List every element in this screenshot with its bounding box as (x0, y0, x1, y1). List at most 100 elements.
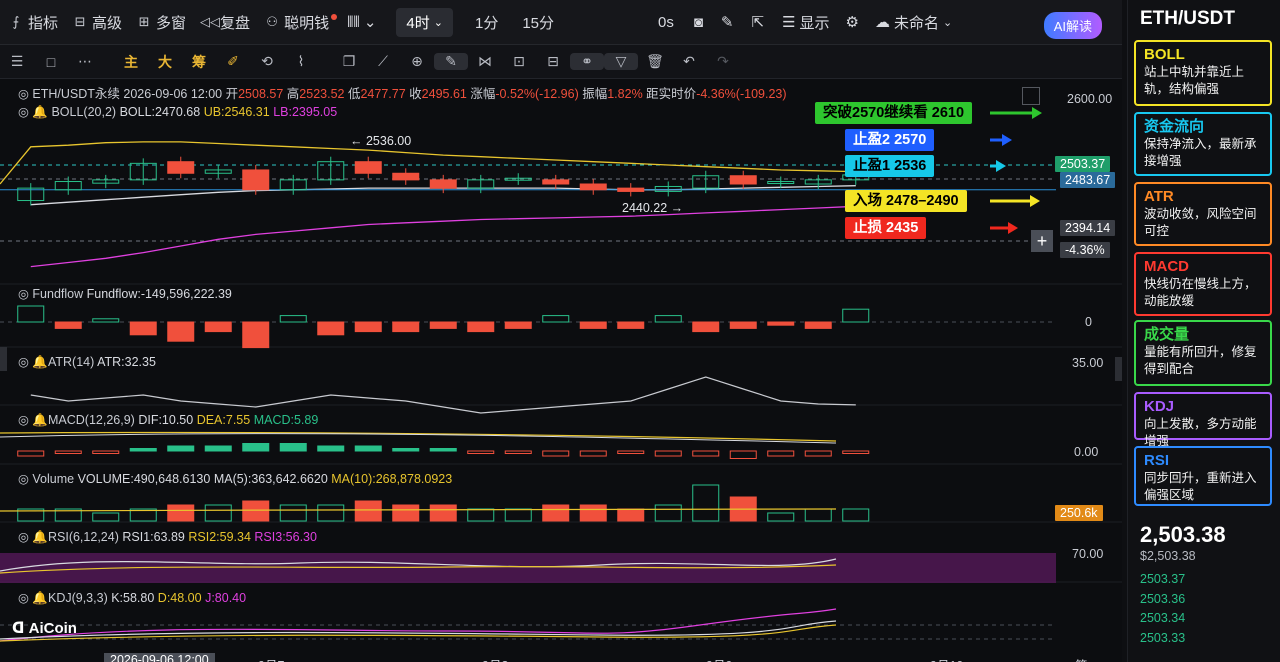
annotation-tp1[interactable]: 止盈1 2536 (845, 155, 935, 177)
annotation-entry[interactable]: 入场 2478–2490 (845, 190, 967, 212)
annotation-stoploss[interactable]: 止损 2435 (845, 217, 927, 239)
annotation-breakout[interactable]: 突破2570继续看 2610 (815, 102, 973, 124)
chip-button[interactable]: 筹 (182, 52, 216, 72)
multiwindow-icon: ⊞ (138, 14, 150, 29)
share-icon[interactable]: ⇱ (752, 13, 765, 31)
ai-interpret-button[interactable]: AI解读 (1043, 12, 1102, 39)
copy-icon[interactable]: ❐ (332, 53, 366, 70)
atr-line (30, 376, 856, 414)
magnet-icon[interactable]: ⋈ (468, 53, 502, 70)
panel-title: ETH/USDT (1140, 8, 1235, 29)
cloud-icon: ☁ (875, 14, 890, 31)
countdown: 0s (658, 13, 674, 31)
chart-canvas[interactable] (0, 79, 1122, 662)
bell-icon[interactable]: 🔔 (32, 105, 48, 119)
eye-icon[interactable]: ◎ (18, 591, 29, 605)
filter-icon[interactable]: ▽ (604, 53, 638, 70)
chart-type-button[interactable]: ⫴⫴ ⌄ (347, 13, 376, 31)
macd-bar (579, 450, 607, 457)
interval-select[interactable]: 4时 ⌄ (396, 7, 453, 37)
analysis-card-4: 成交量 量能有所回升，修复得到配合 (1134, 320, 1272, 386)
eye-icon[interactable]: ◎ (18, 472, 29, 486)
more-icon[interactable]: ⋯ (68, 53, 102, 70)
amplitude-value: 1.82% (607, 87, 643, 101)
low-value: 2477.77 (360, 87, 406, 101)
x-tick-4: 9月10 (930, 655, 963, 662)
interval-15m[interactable]: 15分 (522, 12, 554, 33)
settings-icon[interactable]: ⚙ (846, 13, 859, 31)
card-body: 快线仍在慢线上方，动能放缓 (1144, 277, 1257, 308)
interval-1m[interactable]: 1分 (475, 12, 498, 33)
eye-icon[interactable]: ◎ (18, 413, 29, 427)
multiwindow-button[interactable]: ⊞ 多窗 (136, 12, 186, 33)
redo-icon[interactable]: ↷ (706, 53, 740, 70)
current-price-tag: 2503.37 (1055, 156, 1111, 172)
right-collapse-handle[interactable] (1115, 357, 1122, 381)
replay-button[interactable]: ◁◁ 复盘 (200, 12, 250, 33)
eye-icon[interactable]: ◎ (18, 355, 29, 369)
indicator-button[interactable]: ⨍ 指标 (8, 12, 58, 33)
card-head: RSI (1144, 452, 1170, 469)
menu-icon[interactable]: ☰ (0, 53, 34, 70)
analysis-card-6: RSI 同步回升，重新进入偏强区域 (1134, 446, 1272, 506)
arrow-head (1002, 134, 1012, 146)
macd-bar (317, 445, 345, 452)
advanced-button[interactable]: ⊟ 高级 (72, 12, 122, 33)
smartmoney-button[interactable]: ⚇ 聪明钱 (264, 12, 338, 33)
eye-icon[interactable]: ◎ (18, 530, 29, 544)
camera-icon[interactable]: ◙ (694, 14, 703, 31)
undo-icon[interactable]: ↶ (672, 53, 706, 70)
add-alert-icon[interactable]: + (1031, 230, 1053, 252)
main-button[interactable]: 主 (114, 52, 148, 72)
fundflow-bar (504, 321, 532, 329)
rect-icon[interactable]: □ (34, 54, 68, 70)
bell-icon[interactable]: 🔔 (32, 355, 48, 369)
boll-price-tag: 2483.67 (1060, 172, 1116, 188)
bell-icon[interactable]: 🔔 (32, 413, 48, 427)
lock-icon[interactable]: ⊡ (502, 53, 536, 70)
bell-icon[interactable]: 🔔 (32, 591, 48, 605)
ruler-icon[interactable]: ⟋ (366, 53, 400, 70)
fundflow-bar (542, 315, 570, 323)
macd-bar (467, 450, 495, 454)
indicator-icon: ⨍ (12, 14, 20, 29)
candle-body (579, 183, 607, 191)
orderbook-row[interactable]: 2503.34 (1140, 611, 1185, 625)
macd-bar (167, 445, 195, 452)
chart-area[interactable]: ◎ ETH/USDT永续 2026-09-06 12:00 开2508.57 高… (0, 79, 1122, 662)
zoom-icon[interactable]: ⊕ (400, 53, 434, 70)
orderbook-row[interactable]: 2503.33 (1140, 631, 1185, 645)
orderbook-row[interactable]: 2503.37 (1140, 572, 1185, 586)
annotation-tp2[interactable]: 止盈2 2570 (845, 129, 935, 151)
candle-body (242, 169, 270, 191)
big-button[interactable]: 大 (148, 52, 182, 72)
x-tick-3: 9月9 (706, 655, 732, 662)
volume-bar (429, 504, 457, 522)
atr-axis: 35.00 (1072, 356, 1104, 370)
template-icon[interactable]: ⊟ (536, 53, 570, 70)
aicoin-logo: ᗡ AiCoin (12, 620, 77, 637)
draw-pen-icon[interactable]: ✐ (216, 53, 250, 70)
trash-icon[interactable]: 🗑 (638, 53, 672, 70)
sync-icon[interactable]: ⟲ (250, 53, 284, 70)
fundflow-axis: 0 (1085, 315, 1092, 329)
eye-icon[interactable]: ◎ (18, 87, 29, 101)
left-collapse-handle[interactable] (0, 347, 7, 371)
orderbook-row[interactable]: 2503.36 (1140, 592, 1185, 606)
workspace-select[interactable]: ☁ 未命名 ⌄ (875, 12, 952, 33)
eye-icon[interactable]: ◎ (18, 287, 29, 301)
edit-icon[interactable]: ✎ (721, 13, 734, 31)
bell-icon[interactable]: 🔔 (32, 530, 48, 544)
settings-eye-icon[interactable]: ◎ (18, 105, 29, 119)
analysis-panel: ETH/USDT BOLL 站上中轨并靠近上轨，结构偏强 资金流向 保持净流入，最新承… (1127, 0, 1280, 662)
link-icon[interactable]: ⚭ (570, 53, 604, 70)
fullscreen-icon[interactable] (1022, 87, 1040, 105)
brush-icon[interactable]: ⌇ (284, 53, 318, 70)
fundflow-bar (729, 321, 757, 329)
candle-body (617, 187, 645, 192)
chevron-down-icon: ⌄ (943, 16, 953, 29)
macd-bar (542, 450, 570, 457)
pencil-icon[interactable]: ✎ (434, 53, 468, 70)
display-button[interactable]: ☰ 显示 (782, 12, 829, 33)
macd-bar (617, 450, 645, 454)
